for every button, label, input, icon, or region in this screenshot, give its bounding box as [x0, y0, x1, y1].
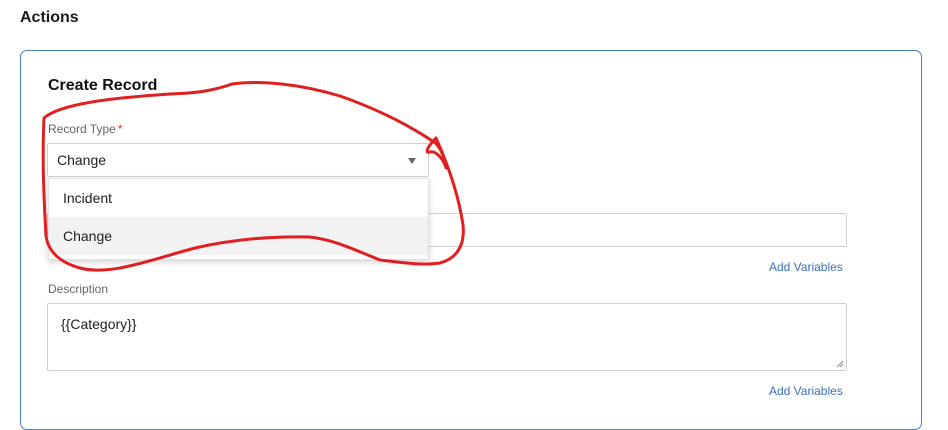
- add-variables-link-1[interactable]: Add Variables: [769, 260, 843, 274]
- record-type-label: Record Type *: [48, 122, 123, 136]
- description-value: {{Category}}: [61, 316, 137, 332]
- required-marker: *: [117, 122, 123, 136]
- card-title: Create Record: [48, 77, 158, 94]
- record-type-label-text: Record Type: [48, 122, 116, 136]
- create-record-card: Create Record Record Type * Change Incide…: [20, 50, 922, 430]
- resize-handle-icon[interactable]: [836, 360, 844, 368]
- option-incident[interactable]: Incident: [49, 179, 428, 217]
- add-variables-link-2[interactable]: Add Variables: [769, 384, 843, 398]
- description-textarea[interactable]: {{Category}}: [47, 303, 847, 371]
- record-type-selected-value: Change: [57, 152, 107, 168]
- option-change[interactable]: Change: [49, 217, 428, 255]
- description-label: Description: [48, 282, 109, 296]
- section-title: Actions: [20, 9, 79, 26]
- record-type-select[interactable]: Change: [47, 143, 429, 177]
- record-type-dropdown: Incident Change: [48, 178, 429, 260]
- caret-down-icon: [408, 158, 416, 164]
